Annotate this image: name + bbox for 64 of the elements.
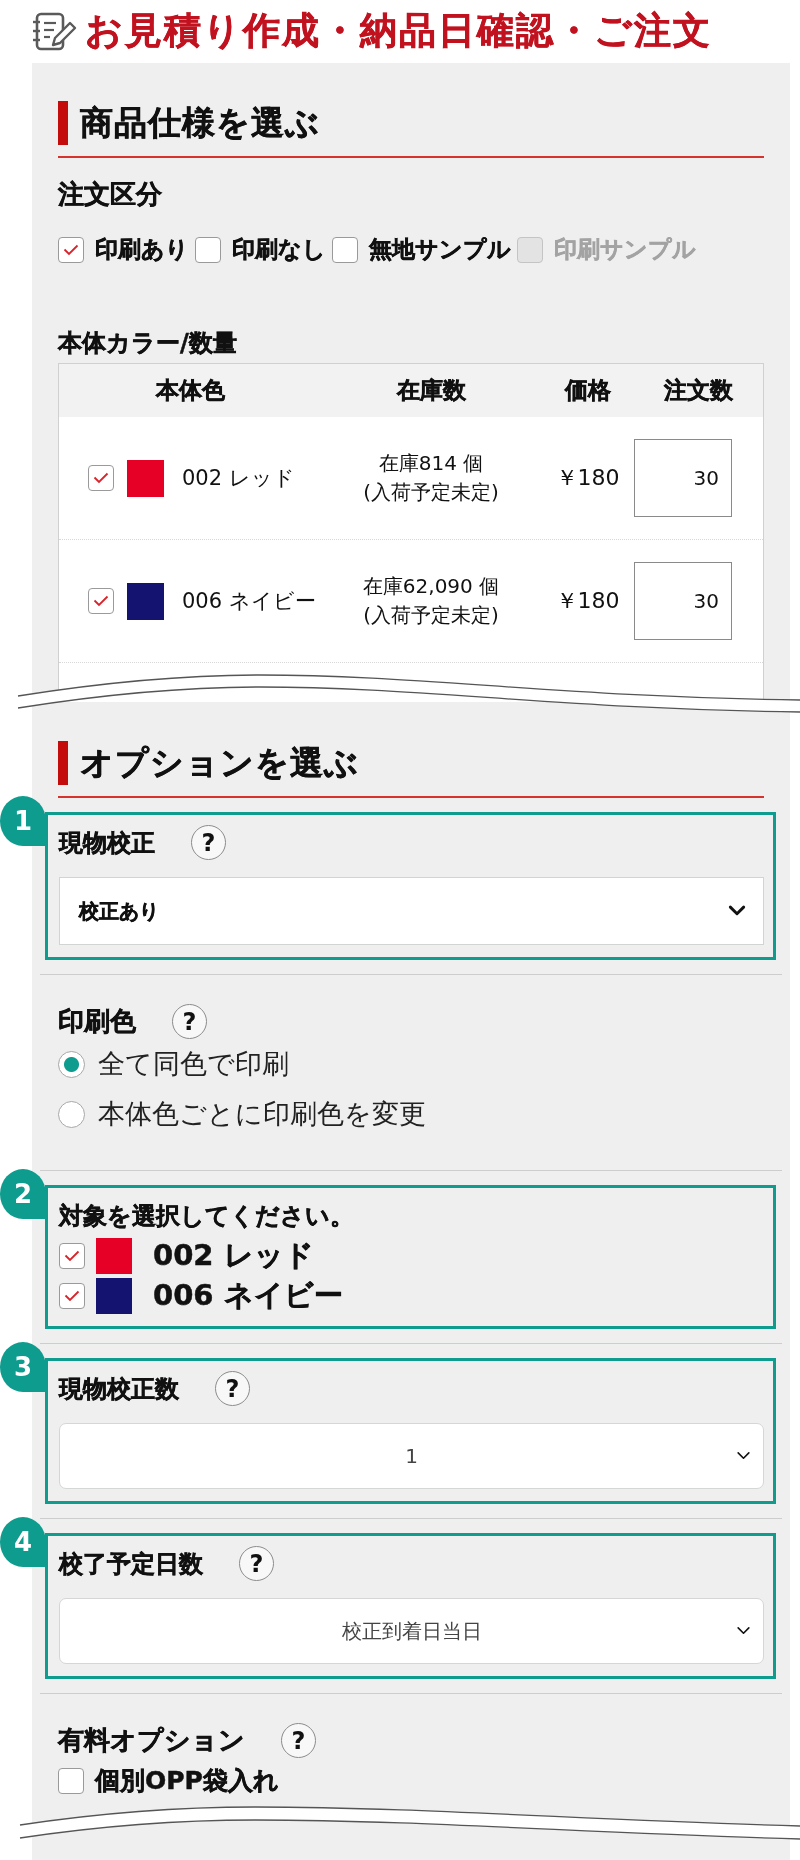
dropdown[interactable]: 校正あり [59, 877, 764, 945]
price: ￥180 [555, 587, 620, 615]
checkbox-label[interactable]: 印刷なし [232, 236, 326, 264]
checkbox-label[interactable]: 印刷あり [95, 236, 189, 264]
help-button[interactable]: ? [239, 1546, 274, 1581]
number-badge: 4 [0, 1517, 46, 1567]
column-header: 在庫数 [396, 376, 466, 405]
checkbox[interactable] [195, 237, 221, 263]
dropdown[interactable]: 1 [59, 1423, 764, 1489]
field-label: 有料オプション [58, 1724, 245, 1757]
checkmark-icon [63, 244, 79, 256]
help-button[interactable]: ? [215, 1371, 250, 1406]
field-label: 現物校正 [59, 827, 155, 859]
help-button[interactable]: ? [191, 825, 226, 860]
checkmark-icon [64, 1290, 80, 1302]
chevron-down-icon [736, 1452, 750, 1460]
number-badge: 1 [0, 796, 46, 846]
number-badge: 3 [0, 1342, 46, 1392]
checkbox[interactable] [59, 1243, 85, 1269]
field-label: 現物校正数 [59, 1373, 179, 1405]
field-label: 本体カラー/数量 [58, 329, 237, 357]
arrival-note: (入荷予定未定) [363, 479, 499, 506]
field-label: 印刷色 [58, 1005, 136, 1038]
section-heading: オプションを選ぶ [58, 741, 359, 785]
checkbox[interactable] [332, 237, 358, 263]
section-heading: 商品仕様を選ぶ [58, 101, 320, 145]
checkbox[interactable] [88, 588, 114, 614]
radio-button[interactable] [58, 1100, 85, 1128]
column-header: 本体色 [155, 376, 225, 405]
stock-count: 在庫62,090 個 [362, 573, 500, 600]
quantity-field[interactable]: 30 [634, 439, 732, 517]
field-label: 校了予定日数 [59, 1548, 203, 1580]
checkbox[interactable] [59, 1283, 85, 1309]
checkmark-icon [64, 1250, 80, 1262]
radio-label[interactable]: 本体色ごとに印刷色を変更 [98, 1096, 426, 1132]
stock-count: 在庫814 個 [378, 450, 484, 477]
checkbox[interactable] [88, 465, 114, 491]
column-header: 価格 [564, 376, 611, 405]
quantity-field[interactable]: 30 [634, 562, 732, 640]
checkmark-icon [93, 472, 109, 484]
color-name: 002 レッド [182, 465, 295, 492]
arrival-note: (入荷予定未定) [363, 602, 499, 629]
checkbox[interactable] [58, 237, 84, 263]
color-name[interactable]: 006 ネイビー [153, 1276, 343, 1316]
notepad-pencil-icon [31, 11, 77, 52]
color-name[interactable]: 002 レッド [153, 1236, 314, 1276]
checkbox-label[interactable]: 個別OPP袋入れ [95, 1766, 279, 1796]
help-button[interactable]: ? [281, 1723, 316, 1758]
page-title: お見積り作成・納品日確認・ご注文 [85, 10, 712, 53]
column-header: 注文数 [664, 376, 733, 405]
checkbox[interactable] [58, 1768, 84, 1794]
color-name: 006 ネイビー [182, 588, 316, 615]
dropdown[interactable]: 校正到着日当日 [59, 1598, 764, 1664]
checkmark-icon [93, 595, 109, 607]
field-label: 注文区分 [58, 178, 162, 210]
price: ￥180 [555, 464, 620, 492]
radio-button[interactable] [58, 1050, 85, 1078]
help-button[interactable]: ? [172, 1004, 207, 1039]
radio-label[interactable]: 全て同色で印刷 [98, 1046, 289, 1082]
chevron-down-icon [736, 1627, 750, 1635]
chevron-down-icon [729, 906, 745, 916]
checkbox-label[interactable]: 無地サンプル [369, 236, 511, 264]
field-label: 対象を選択してください。 [59, 1201, 354, 1232]
number-badge: 2 [0, 1169, 46, 1219]
